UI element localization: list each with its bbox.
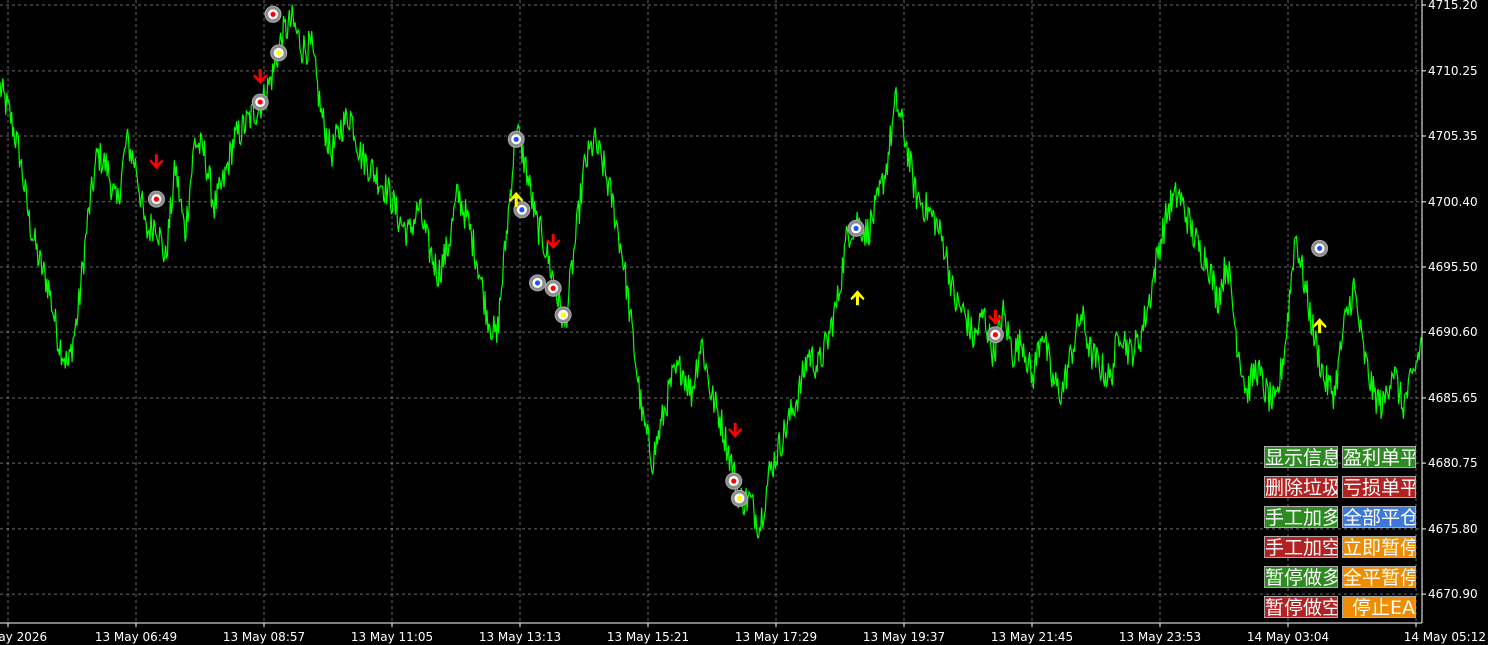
x-tick-label: 13 May 13:13 bbox=[479, 630, 561, 644]
sell-arrow-icon bbox=[253, 69, 268, 85]
y-tick-label: 4685.65 bbox=[1428, 391, 1478, 405]
y-tick-label: 4675.80 bbox=[1428, 522, 1478, 536]
trade-circle-icon bbox=[147, 190, 165, 208]
y-tick-label: 4680.75 bbox=[1428, 456, 1478, 470]
trade-circle-icon bbox=[529, 274, 547, 292]
trade-circle-icon bbox=[544, 279, 562, 297]
show-signal-button[interactable]: 显示信息 bbox=[1264, 446, 1338, 468]
x-tick-label: 13 May 06:49 bbox=[95, 630, 177, 644]
x-tick-labels: 13 May 2026 13 May 06:49 13 May 08:57 13 Ma… bbox=[0, 623, 1486, 644]
y-tick-label: 4710.25 bbox=[1428, 64, 1478, 78]
delete-garbage-button[interactable]: 删除垃圾 bbox=[1264, 476, 1338, 498]
x-tick-label: 13 May 08:57 bbox=[223, 630, 305, 644]
close-pause-button[interactable]: 全平暂停 bbox=[1342, 566, 1416, 588]
stop-short-button[interactable]: 暂停做空 bbox=[1264, 596, 1338, 618]
sell-arrow-icon bbox=[546, 234, 561, 250]
sell-arrow-icon bbox=[149, 154, 164, 170]
trade-circle-icon bbox=[725, 472, 743, 490]
trade-circle-icon bbox=[251, 93, 269, 111]
y-tick-label: 4700.40 bbox=[1428, 195, 1478, 209]
x-tick-label: 13 May 17:29 bbox=[735, 630, 817, 644]
pause-now-button[interactable]: 立即暂停 bbox=[1342, 536, 1416, 558]
manual-add-long-button[interactable]: 手工加多 bbox=[1264, 506, 1338, 528]
trade-markers bbox=[147, 5, 1329, 507]
sell-arrow-icon bbox=[728, 422, 743, 438]
x-tick-label: 13 May 21:45 bbox=[991, 630, 1073, 644]
stop-ea-button[interactable]: 停止EA bbox=[1342, 596, 1416, 618]
x-tick-label: 13 May 19:37 bbox=[863, 630, 945, 644]
y-tick-label: 4670.90 bbox=[1428, 587, 1478, 601]
x-tick-label: 13 May 15:21 bbox=[607, 630, 689, 644]
y-tick-labels: 4715.20 4710.25 4705.35 4700.40 4695.50 4690.… bbox=[1422, 0, 1478, 601]
trade-circle-icon bbox=[847, 219, 865, 237]
close-all-button[interactable]: 全部平仓 bbox=[1342, 506, 1416, 528]
price-line bbox=[0, 4, 1423, 539]
buy-arrow-icon bbox=[1312, 318, 1327, 334]
buy-arrow-icon bbox=[850, 290, 865, 306]
y-tick-label: 4715.20 bbox=[1428, 0, 1478, 12]
grid-lines bbox=[0, 0, 1422, 623]
stop-long-button[interactable]: 暂停做多 bbox=[1264, 566, 1338, 588]
y-tick-label: 4690.60 bbox=[1428, 325, 1478, 339]
y-tick-label: 4695.50 bbox=[1428, 260, 1478, 274]
axes bbox=[0, 0, 1423, 624]
trade-circle-icon bbox=[270, 44, 288, 62]
trade-circle-icon bbox=[554, 306, 572, 324]
close-loss-orders-button[interactable]: 亏损单平仓 bbox=[1342, 476, 1416, 498]
x-tick-label: 13 May 2026 bbox=[0, 630, 47, 644]
trade-circle-icon bbox=[1311, 239, 1329, 257]
x-tick-label: 14 May 05:12 bbox=[1404, 630, 1486, 644]
x-tick-label: 13 May 23:53 bbox=[1119, 630, 1201, 644]
y-tick-label: 4705.35 bbox=[1428, 129, 1478, 143]
manual-add-short-button[interactable]: 手工加空 bbox=[1264, 536, 1338, 558]
trade-circle-icon bbox=[986, 326, 1004, 344]
trade-circle-icon bbox=[264, 5, 282, 23]
close-profit-orders-button[interactable]: 盈利单平仓 bbox=[1342, 446, 1416, 468]
x-tick-label: 13 May 11:05 bbox=[351, 630, 433, 644]
trade-circle-icon bbox=[730, 489, 748, 507]
trade-circle-icon bbox=[507, 130, 525, 148]
x-tick-label: 14 May 03:04 bbox=[1247, 630, 1329, 644]
